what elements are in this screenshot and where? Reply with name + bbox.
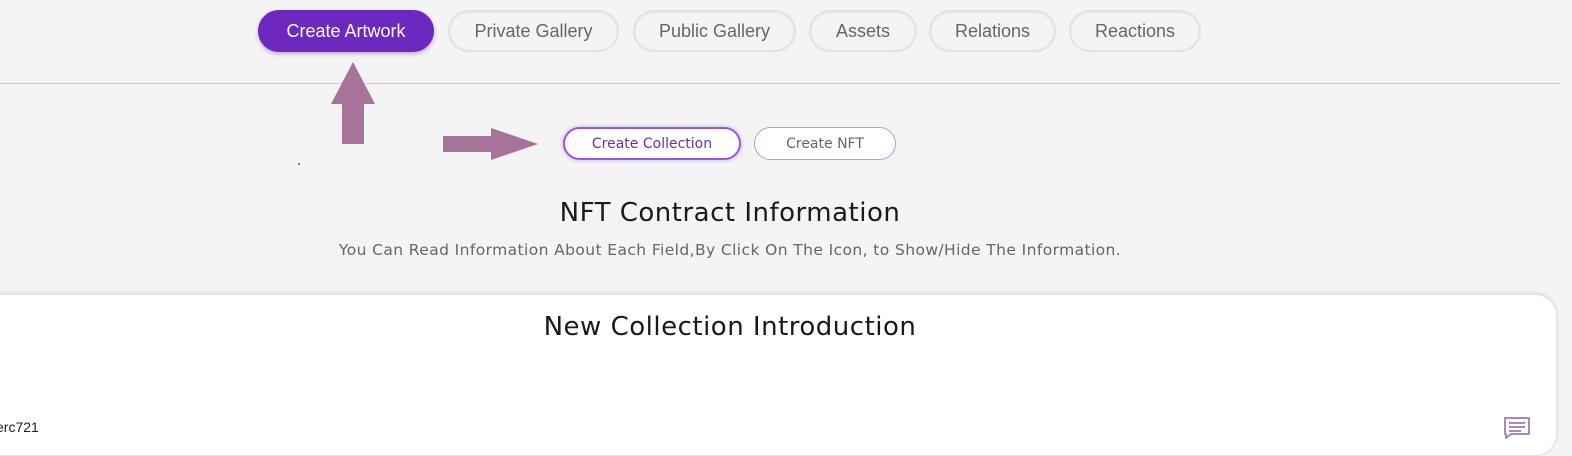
comment-icon[interactable]: [1503, 416, 1531, 440]
section-subtitle: You Can Read Information About Each Fiel…: [338, 241, 1122, 259]
section-title: NFT Contract Information: [559, 198, 901, 228]
nav-tab-create-artwork[interactable]: Create Artwork: [258, 10, 434, 52]
nav-tab-reactions[interactable]: Reactions: [1069, 10, 1201, 52]
nav-tab-private-gallery[interactable]: Private Gallery: [448, 10, 619, 52]
right-arrow-icon: [443, 128, 538, 160]
nav-tab-relations[interactable]: Relations: [929, 10, 1056, 52]
up-arrow-icon: [331, 62, 375, 144]
card-title: New Collection Introduction: [543, 312, 917, 342]
nav-tab-public-gallery[interactable]: Public Gallery: [633, 10, 796, 52]
create-collection-tab[interactable]: Create Collection: [563, 127, 741, 160]
top-navigation: Create Artwork Private Gallery Public Ga…: [0, 0, 1572, 84]
create-nft-tab[interactable]: Create NFT: [754, 127, 896, 160]
nav-divider: [0, 83, 1560, 84]
stray-dot: [298, 163, 300, 165]
nav-tab-assets[interactable]: Assets: [809, 10, 917, 52]
token-standard-value: erc721: [0, 419, 39, 435]
